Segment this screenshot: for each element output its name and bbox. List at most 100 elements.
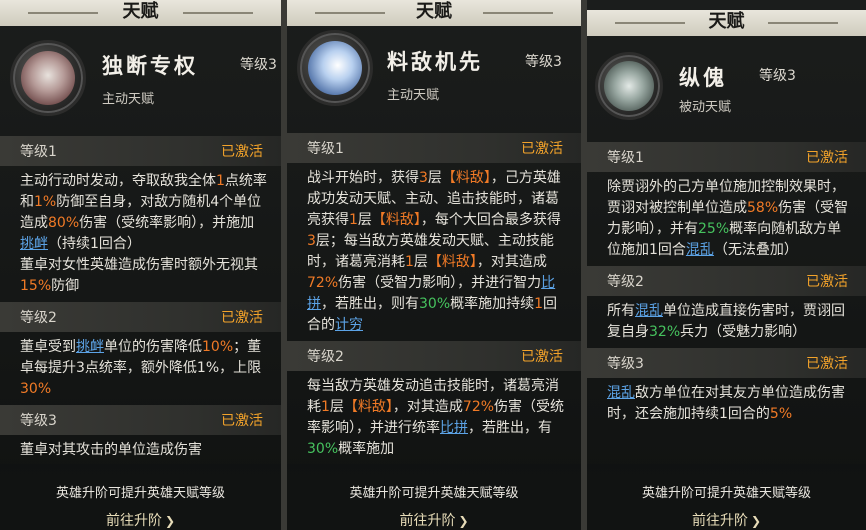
talent-emblem-icon bbox=[595, 52, 663, 120]
description-text: 概率施加 bbox=[338, 441, 395, 457]
level-header: 等级3 已激活 bbox=[587, 348, 866, 378]
level-header: 等级1 已激活 bbox=[287, 133, 581, 163]
highlight-value: 32% bbox=[649, 324, 681, 340]
status-keyword-link[interactable]: 混乱 bbox=[607, 385, 635, 401]
level-header: 等级1 已激活 bbox=[587, 142, 866, 172]
highlight-value: 58% bbox=[747, 200, 779, 216]
talent-type: 主动天赋 bbox=[102, 92, 155, 107]
chevron-right-icon: ❯ bbox=[750, 514, 762, 528]
description-text: （持续1回合） bbox=[48, 236, 141, 252]
level-label: 等级1 bbox=[307, 141, 344, 157]
go-upgrade-label: 前往升阶 bbox=[691, 513, 748, 529]
highlight-value: 5% bbox=[769, 406, 793, 422]
description-text: 敌方单位在对其友方单位造成伤害时，还会施加持续1回合的 bbox=[607, 385, 845, 422]
description-text: 主动行动时发动，夺取敌我全体 bbox=[20, 173, 216, 189]
level-description: 混乱敌方单位在对其友方单位造成伤害时，还会施加持续1回合的5% bbox=[587, 378, 866, 430]
level-description: 所有混乱单位造成直接伤害时，贾诩回复自身32%兵力（受魅力影响） bbox=[587, 296, 866, 348]
description-paragraph: 董卓对女性英雄造成伤害时额外无视其 15%防御 bbox=[20, 255, 267, 297]
status-keyword-link[interactable]: 挑衅 bbox=[20, 236, 48, 252]
level-status: 已激活 bbox=[221, 144, 263, 160]
highlight-value: 10% bbox=[202, 339, 234, 355]
description-text: ，对其造成 bbox=[476, 254, 547, 270]
highlight-value: 15% bbox=[20, 278, 52, 294]
status-keyword-link[interactable]: 混乱 bbox=[686, 242, 714, 258]
description-text: 兵力（受魅力影响） bbox=[680, 324, 807, 340]
level-label: 等级3 bbox=[20, 413, 57, 429]
description-text: 单位的伤害降低 bbox=[104, 339, 202, 355]
level-description: 主动行动时发动，夺取敌我全体1点统率和1%防御至自身，对敌方随机4个单位造成80… bbox=[0, 166, 281, 302]
description-text: 董卓对女性英雄造成伤害时额外无视其 bbox=[20, 257, 258, 273]
status-keyword-link[interactable]: 混乱 bbox=[635, 303, 663, 319]
talent-level-tag: 等级3 bbox=[525, 54, 562, 70]
level-description: 除贾诩外的己方单位施加控制效果时，贾诩对被控制单位造成58%伤害（受智力影响），… bbox=[587, 172, 866, 266]
go-upgrade-link[interactable]: 前往升阶 ❯ bbox=[379, 510, 488, 530]
panel-footer: 英雄升阶可提升英雄天赋等级 前往升阶 ❯ bbox=[0, 464, 281, 530]
talent-emblem-icon bbox=[297, 30, 373, 106]
talent-panel-zhugeliang: 天赋 料敌机先 等级3 主动天赋 等级1 已激活 战斗开始时，获得3层【料敌】，己方… bbox=[287, 0, 581, 530]
highlight-value: 30% bbox=[20, 381, 52, 397]
level-label: 等级1 bbox=[20, 144, 57, 160]
level-status: 已激活 bbox=[806, 356, 848, 372]
description-paragraph: 董卓受到挑衅单位的伤害降低10%；董卓每提升3点统率，额外降低1%，上限30% bbox=[20, 337, 267, 400]
panel-title: 天赋 bbox=[416, 1, 452, 22]
highlight-value: 3 bbox=[307, 233, 316, 249]
level-status: 已激活 bbox=[221, 413, 263, 429]
description-text: 层 bbox=[357, 212, 372, 228]
talent-panel-dongzhuo: 天赋 独断专权 等级3 主动天赋 等级1 已激活 主动行动时发动，夺取敌我全体1点统… bbox=[0, 0, 281, 530]
go-upgrade-link[interactable]: 前往升阶 ❯ bbox=[672, 510, 781, 530]
description-text: ，对其造成 bbox=[392, 399, 463, 415]
description-paragraph: 所有混乱单位造成直接伤害时，贾诩回复自身32%兵力（受魅力影响） bbox=[607, 301, 852, 343]
status-keyword-link[interactable]: 比拼 bbox=[440, 420, 468, 436]
level-header: 等级1 已激活 bbox=[0, 136, 281, 166]
level-header: 等级2 已激活 bbox=[587, 266, 866, 296]
talent-levels[interactable]: 等级1 已激活 主动行动时发动，夺取敌我全体1点统率和1%防御至自身，对敌方随机4个… bbox=[0, 136, 281, 464]
level-header: 等级2 已激活 bbox=[0, 302, 281, 332]
level-status: 已激活 bbox=[221, 310, 263, 326]
talent-emblem-icon bbox=[10, 40, 86, 116]
description-text: 防御 bbox=[51, 278, 80, 294]
description-text: 董卓受到 bbox=[20, 339, 76, 355]
status-keyword-link[interactable]: 计穷 bbox=[335, 317, 363, 333]
description-text: ，若胜出，则有 bbox=[321, 296, 419, 312]
highlight-value: 1 bbox=[349, 212, 358, 228]
talent-name: 料敌机先 bbox=[387, 50, 483, 74]
level-label: 等级1 bbox=[607, 150, 644, 166]
highlight-value: 3 bbox=[419, 170, 428, 186]
talent-type: 主动天赋 bbox=[387, 88, 440, 103]
level-description: 战斗开始时，获得3层【料敌】，己方英雄成功发动天赋、主动、追击技能时，诸葛亮获得… bbox=[287, 163, 581, 341]
upgrade-hint: 英雄升阶可提升英雄天赋等级 bbox=[349, 486, 519, 501]
description-text: （无法叠加） bbox=[713, 242, 798, 258]
talent-levels[interactable]: 等级1 已激活 除贾诩外的己方单位施加控制效果时，贾诩对被控制单位造成58%伤害（受… bbox=[587, 142, 866, 464]
description-paragraph: 混乱敌方单位在对其友方单位造成伤害时，还会施加持续1回合的5% bbox=[607, 383, 852, 425]
panel-footer: 英雄升阶可提升英雄天赋等级 前往升阶 ❯ bbox=[287, 464, 581, 530]
highlight-value: 【料敌】 bbox=[427, 254, 477, 270]
description-paragraph: 每当敌方英雄发动追击技能时，诸葛亮消耗1层【料敌】，对其造成72%伤害（受统率影… bbox=[307, 376, 567, 460]
description-paragraph: 除贾诩外的己方单位施加控制效果时，贾诩对被控制单位造成58%伤害（受智力影响），… bbox=[607, 177, 852, 261]
level-status: 已激活 bbox=[806, 150, 848, 166]
description-text: 层 bbox=[329, 399, 344, 415]
description-text: 伤害（受统率影响），并施加 bbox=[79, 215, 255, 231]
talent-level-tag: 等级3 bbox=[240, 57, 277, 73]
go-upgrade-link[interactable]: 前往升阶 ❯ bbox=[86, 510, 195, 530]
highlight-value: 【料敌】 bbox=[441, 170, 491, 186]
description-paragraph: 主动行动时发动，夺取敌我全体1点统率和1%防御至自身，对敌方随机4个单位造成80… bbox=[20, 171, 267, 255]
description-text: 概率施加持续 bbox=[450, 296, 535, 312]
highlight-value: 1 bbox=[216, 173, 225, 189]
highlight-value: 72% bbox=[462, 399, 495, 415]
highlight-value: 80% bbox=[48, 215, 80, 231]
talent-levels[interactable]: 等级1 已激活 战斗开始时，获得3层【料敌】，己方英雄成功发动天赋、主动、追击技能时… bbox=[287, 133, 581, 464]
panel-title-bar: 天赋 bbox=[0, 0, 281, 26]
panel-title-bar: 天赋 bbox=[587, 10, 866, 36]
description-paragraph: 战斗开始时，获得3层【料敌】，己方英雄成功发动天赋、主动、追击技能时，诸葛亮获得… bbox=[307, 168, 567, 336]
description-text: 战斗开始时，获得 bbox=[307, 170, 419, 186]
panel-title: 天赋 bbox=[122, 1, 159, 22]
highlight-value: 1 bbox=[321, 399, 330, 415]
highlight-value: 1% bbox=[34, 194, 57, 210]
level-description: 董卓对其攻击的单位造成伤害 bbox=[0, 435, 281, 464]
status-keyword-link[interactable]: 挑衅 bbox=[76, 339, 104, 355]
description-text: ，每个大回合最多获得 bbox=[420, 212, 561, 228]
highlight-value: 【料敌】 bbox=[343, 399, 393, 415]
panel-footer: 英雄升阶可提升英雄天赋等级 前往升阶 ❯ bbox=[587, 464, 866, 530]
upgrade-hint: 英雄升阶可提升英雄天赋等级 bbox=[55, 486, 225, 501]
level-status: 已激活 bbox=[806, 274, 848, 290]
